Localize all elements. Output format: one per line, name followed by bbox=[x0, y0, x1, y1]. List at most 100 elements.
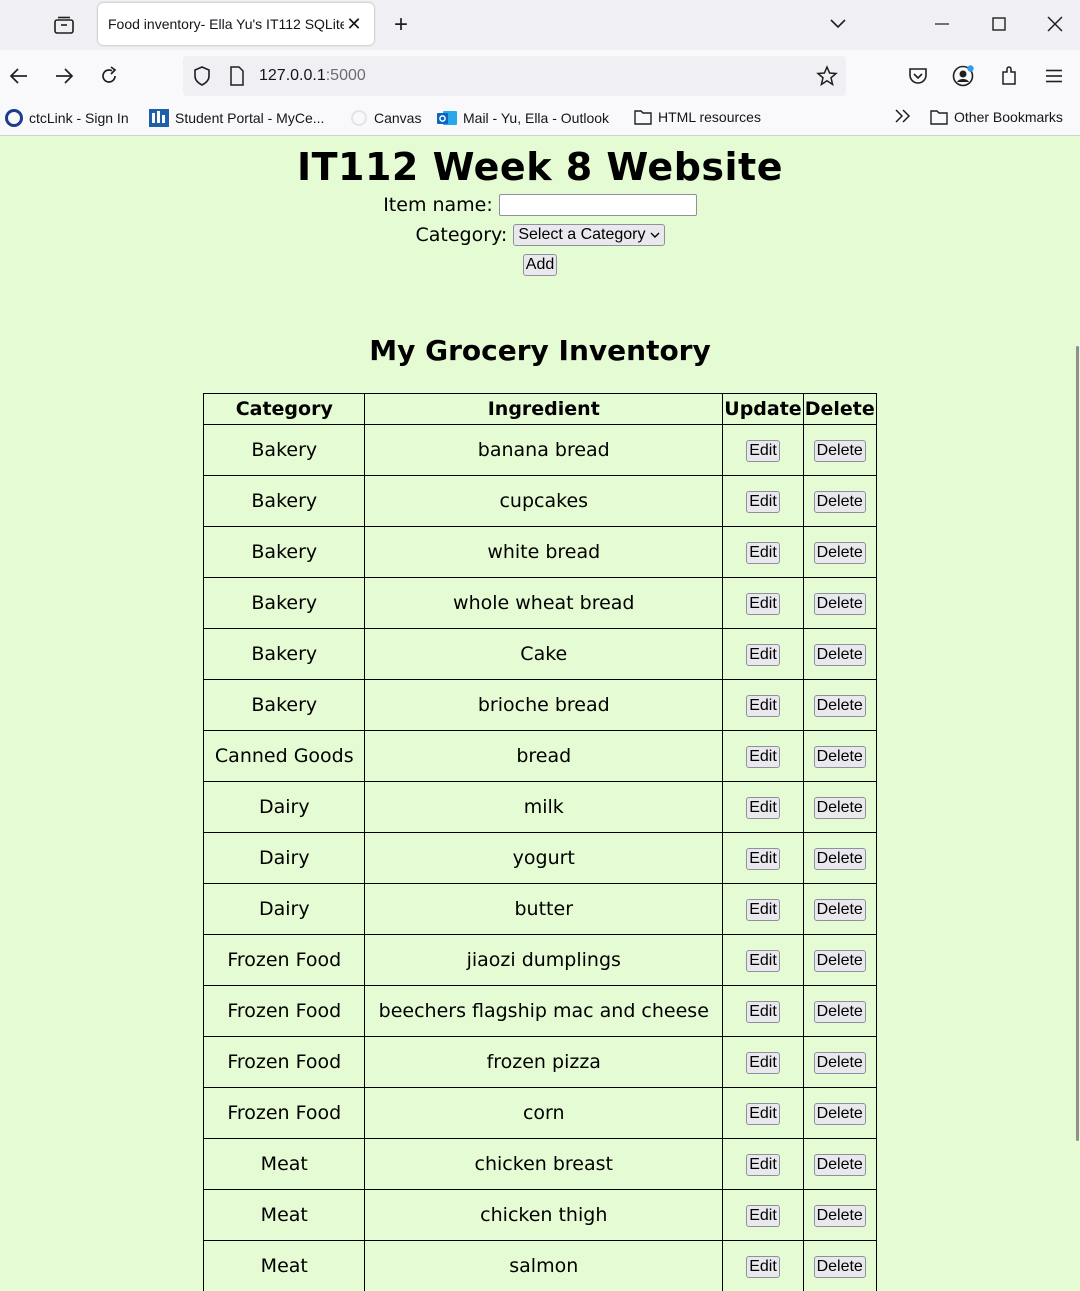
delete-button[interactable]: Delete bbox=[813, 593, 866, 615]
delete-button[interactable]: Delete bbox=[813, 1052, 866, 1074]
update-cell: Edit bbox=[722, 526, 804, 578]
reload-icon[interactable] bbox=[91, 58, 127, 94]
bookmark-star-icon[interactable] bbox=[816, 65, 838, 87]
delete-button[interactable]: Delete bbox=[813, 1154, 866, 1176]
inventory-table: Category Ingredient Update Delete Bakery… bbox=[203, 393, 877, 1291]
edit-button[interactable]: Edit bbox=[746, 491, 780, 513]
edit-button[interactable]: Edit bbox=[746, 797, 780, 819]
delete-button[interactable]: Delete bbox=[813, 695, 866, 717]
delete-button[interactable]: Delete bbox=[813, 848, 866, 870]
ingredient-cell: brioche bread bbox=[364, 679, 724, 731]
update-cell: Edit bbox=[722, 883, 804, 935]
edit-button[interactable]: Edit bbox=[746, 542, 780, 564]
more-bookmarks-icon[interactable] bbox=[894, 109, 912, 123]
delete-button[interactable]: Delete bbox=[813, 1205, 866, 1227]
back-arrow-icon[interactable] bbox=[1, 58, 37, 94]
outlook-icon bbox=[437, 111, 457, 125]
bookmark-outlook[interactable]: Mail - Yu, Ella - Outlook bbox=[437, 109, 609, 127]
item-name-input[interactable] bbox=[498, 194, 697, 216]
edit-button[interactable]: Edit bbox=[746, 1103, 780, 1125]
bookmark-canvas[interactable]: Canvas bbox=[350, 109, 421, 127]
table-row: Bakery Cake Edit Delete bbox=[203, 628, 877, 680]
delete-button[interactable]: Delete bbox=[813, 1256, 866, 1278]
category-cell: Dairy bbox=[203, 781, 366, 833]
tab-overview-icon[interactable] bbox=[44, 5, 84, 45]
browser-chrome: Food inventory- Ella Yu's IT112 SQLite ✕… bbox=[0, 0, 1080, 136]
table-row: Frozen Food corn Edit Delete bbox=[203, 1087, 877, 1139]
ingredient-cell: butter bbox=[364, 883, 724, 935]
edit-button[interactable]: Edit bbox=[746, 950, 780, 972]
inventory-table-body: Bakery banana bread Edit Delete Bakery cupcak… bbox=[203, 424, 877, 1291]
page-title: IT112 Week 8 Website bbox=[296, 145, 783, 189]
update-cell: Edit bbox=[722, 679, 804, 731]
edit-button[interactable]: Edit bbox=[746, 644, 780, 666]
forward-arrow-icon[interactable] bbox=[46, 58, 82, 94]
delete-button[interactable]: Delete bbox=[813, 1103, 866, 1125]
bookmark-ctclink[interactable]: ctcLink - Sign In bbox=[5, 109, 129, 127]
category-cell: Bakery bbox=[203, 526, 366, 578]
edit-button[interactable]: Edit bbox=[746, 848, 780, 870]
ingredient-cell: salmon bbox=[364, 1240, 724, 1291]
edit-button[interactable]: Edit bbox=[746, 593, 780, 615]
tab-bar: Food inventory- Ella Yu's IT112 SQLite ✕… bbox=[0, 0, 1080, 50]
item-name-row: Item name: bbox=[0, 192, 1080, 218]
delete-button[interactable]: Delete bbox=[813, 440, 866, 462]
ingredient-cell: chicken breast bbox=[364, 1138, 724, 1190]
ingredient-cell: jiaozi dumplings bbox=[364, 934, 724, 986]
new-tab-icon[interactable]: + bbox=[384, 8, 418, 42]
edit-button[interactable]: Edit bbox=[746, 1205, 780, 1227]
delete-button[interactable]: Delete bbox=[813, 1001, 866, 1023]
bookmark-label: Mail - Yu, Ella - Outlook bbox=[463, 110, 610, 126]
edit-button[interactable]: Edit bbox=[746, 695, 780, 717]
delete-button[interactable]: Delete bbox=[813, 542, 866, 564]
bookmark-student-portal[interactable]: Student Portal - MyCe... bbox=[149, 109, 324, 127]
update-cell: Edit bbox=[722, 985, 804, 1037]
url-port: :5000 bbox=[325, 67, 366, 84]
account-icon[interactable] bbox=[945, 58, 981, 94]
page-scrollbar[interactable] bbox=[1076, 346, 1079, 1141]
category-cell: Meat bbox=[203, 1240, 366, 1291]
category-select[interactable]: Select a Category bbox=[513, 224, 665, 246]
address-bar[interactable]: 127.0.0.1:5000 bbox=[183, 56, 846, 96]
bookmark-html-resources[interactable]: HTML resources bbox=[634, 109, 761, 125]
table-header-row: Category Ingredient Update Delete bbox=[203, 393, 877, 425]
edit-button[interactable]: Edit bbox=[746, 1256, 780, 1278]
table-row: Bakery white bread Edit Delete bbox=[203, 526, 877, 578]
edit-button[interactable]: Edit bbox=[746, 1001, 780, 1023]
delete-button[interactable]: Delete bbox=[813, 644, 866, 666]
delete-button[interactable]: Delete bbox=[813, 797, 866, 819]
pocket-icon[interactable] bbox=[900, 58, 936, 94]
url-text[interactable]: 127.0.0.1:5000 bbox=[259, 67, 366, 85]
shield-icon[interactable] bbox=[193, 66, 215, 86]
delete-button[interactable]: Delete bbox=[813, 491, 866, 513]
other-bookmarks[interactable]: Other Bookmarks bbox=[930, 109, 1063, 125]
delete-button[interactable]: Delete bbox=[813, 899, 866, 921]
active-tab[interactable]: Food inventory- Ella Yu's IT112 SQLite ✕ bbox=[98, 3, 374, 45]
edit-button[interactable]: Edit bbox=[746, 440, 780, 462]
edit-button[interactable]: Edit bbox=[746, 746, 780, 768]
add-button[interactable]: Add bbox=[522, 254, 558, 276]
page-info-icon[interactable] bbox=[229, 66, 251, 86]
edit-button[interactable]: Edit bbox=[746, 899, 780, 921]
list-all-tabs-icon[interactable] bbox=[814, 0, 862, 48]
edit-button[interactable]: Edit bbox=[746, 1052, 780, 1074]
student-portal-icon bbox=[149, 109, 169, 127]
bookmark-label: HTML resources bbox=[658, 109, 761, 125]
menu-icon[interactable] bbox=[1036, 58, 1072, 94]
delete-cell: Delete bbox=[802, 883, 877, 935]
page-content: IT112 Week 8 Website Item name: Category… bbox=[0, 136, 1080, 1291]
minimize-icon[interactable] bbox=[918, 0, 966, 48]
update-cell: Edit bbox=[722, 832, 804, 884]
item-name-label: Item name: bbox=[383, 194, 493, 216]
close-window-icon[interactable] bbox=[1031, 0, 1079, 48]
extensions-icon[interactable] bbox=[991, 58, 1027, 94]
close-tab-icon[interactable]: ✕ bbox=[344, 14, 364, 35]
table-row: Bakery cupcakes Edit Delete bbox=[203, 475, 877, 527]
edit-button[interactable]: Edit bbox=[746, 1154, 780, 1176]
delete-button[interactable]: Delete bbox=[813, 746, 866, 768]
maximize-icon[interactable] bbox=[975, 0, 1023, 48]
add-row: Add bbox=[0, 252, 1080, 278]
ingredient-cell: frozen pizza bbox=[364, 1036, 724, 1088]
delete-button[interactable]: Delete bbox=[813, 950, 866, 972]
table-row: Canned Goods bread Edit Delete bbox=[203, 730, 877, 782]
